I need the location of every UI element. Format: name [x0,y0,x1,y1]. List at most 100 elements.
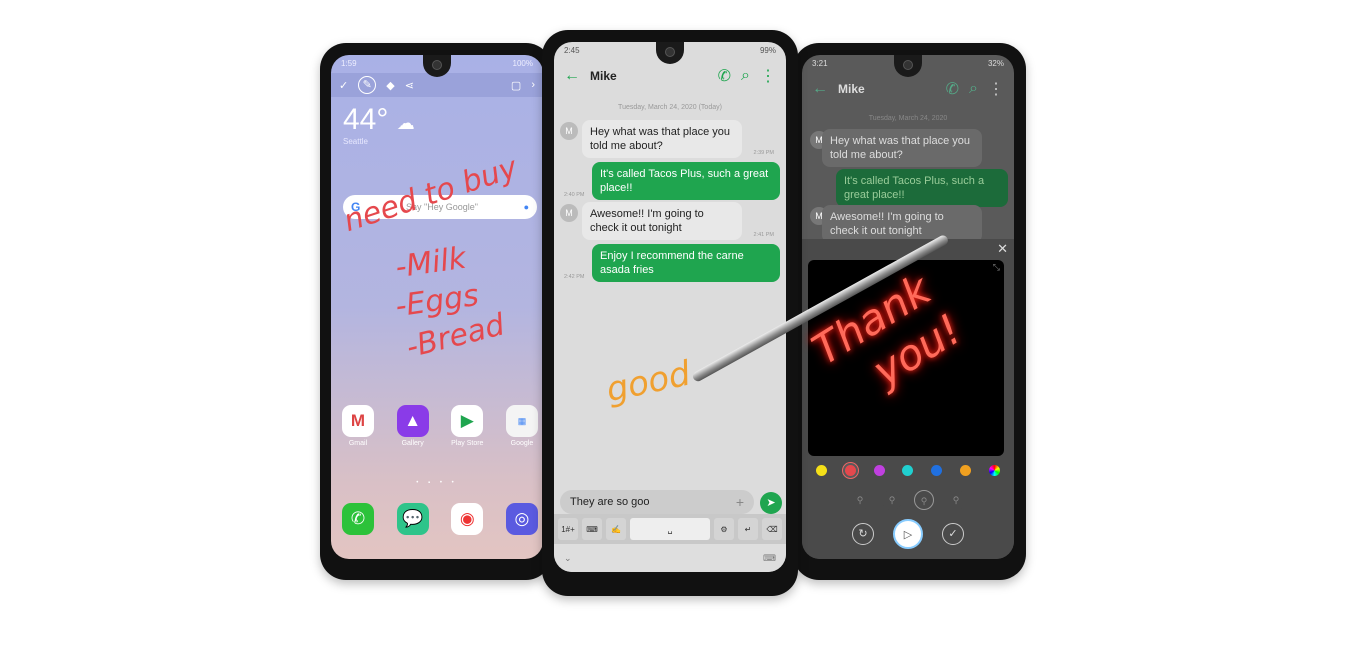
space-key[interactable]: ␣ [630,518,710,540]
message-time: 2:39 PM [753,150,774,156]
handwritten-note: need to buy -Milk -Eggs -Bread [340,150,543,365]
brush-3-icon[interactable]: ⚲ [914,490,934,510]
app-play-store[interactable]: ▶ Play Store [450,405,484,447]
avatar: M [560,204,578,222]
play-icon[interactable]: ▷ [893,519,923,549]
keyboard-switch-icon[interactable]: ⌨ [763,553,776,564]
search-icon[interactable]: ⌕ [741,67,750,85]
color-rainbow[interactable] [988,465,1000,476]
phone-home-screen: 1:59 100% ✓ ✎ ◆ ⋖ ▢ › 44° ☁ Seattle G Say… [320,43,552,580]
dock-messages[interactable]: 💬 [396,503,430,535]
home-screen: 1:59 100% ✓ ✎ ◆ ⋖ ▢ › 44° ☁ Seattle G Say… [331,55,543,559]
live-message-screen: 3:21 32% ← Mike ✆ ⌕ ⋮ Tuesday, March 24, … [802,55,1014,559]
temperature: 44° [343,103,389,136]
more-icon[interactable]: ⋮ [988,79,1004,99]
keyboard-icon[interactable]: ⌨ [582,518,602,540]
message-input[interactable]: They are so goo + [560,490,754,514]
message-out: Enjoy I recommend the carne asada fries [592,244,780,282]
keyboard-toolbar: 1#+ ⌨ ✍ ␣ ⚙ ↵ ⌫ [554,514,786,544]
brush-selector: ⚲ ⚲ ⚲ ⚲ [850,490,966,510]
app-gmail[interactable]: M Gmail [341,405,375,447]
call-icon[interactable]: ✆ [946,79,959,99]
page-indicator: • ▪ • • [416,480,458,486]
dock-phone[interactable]: ✆ [341,503,375,535]
chat-header: ← Mike ✆ ⌕ ⋮ [554,62,786,90]
phone-live-message: 3:21 32% ← Mike ✆ ⌕ ⋮ Tuesday, March 24, … [793,43,1026,580]
nav-bar: ⌄ ⌨ [554,544,786,572]
message-in: Hey what was that place you told me abou… [822,129,982,167]
gmail-icon: M [342,405,374,437]
color-purple[interactable] [873,465,885,476]
chat-date: Tuesday, March 24, 2020 [868,115,948,122]
close-icon[interactable]: ✕ [997,241,1008,257]
message-out: It's called Tacos Plus, such a great pla… [592,162,780,200]
send-button[interactable]: ➤ [760,492,782,514]
message-out: It's called Tacos Plus, such a great pla… [836,169,1008,207]
avatar: M [560,122,578,140]
back-arrow-icon[interactable]: ← [812,80,828,98]
handwriting-icon[interactable]: ✍ [606,518,626,540]
minimize-icon[interactable]: ⤡ [993,262,1000,273]
contact-name: Mike [838,82,865,96]
message-time: 2:41 PM [753,232,774,238]
search-icon[interactable]: ⌕ [969,80,978,98]
messages-screen: 2:45 99% ← Mike ✆ ⌕ ⋮ Tuesday, March 24, … [554,42,786,572]
handwritten-word: good [602,353,695,411]
google-folder-icon: ▦ [505,405,538,437]
app-gallery[interactable]: ▲ Gallery [396,405,430,447]
camera-notch [894,55,922,77]
color-cyan[interactable] [902,465,914,476]
color-palette [816,465,1000,476]
composer-text: They are so goo [570,496,650,508]
status-time: 2:45 [564,46,580,55]
eraser-icon[interactable]: ◆ [386,79,394,92]
weather-widget[interactable]: 44° ☁ Seattle [343,103,415,146]
drawing-canvas[interactable]: ⤡ Thank you! [804,260,1004,456]
phone-icon: ✆ [342,503,374,535]
dock-camera[interactable]: ◎ [505,503,539,535]
app-label: Gmail [348,440,368,447]
settings-icon[interactable]: ⚙ [714,518,734,540]
collapse-icon[interactable]: ⌄ [564,553,572,564]
camera-icon: ◎ [505,503,538,535]
add-icon[interactable]: + [736,494,744,510]
app-label: Play Store [451,440,484,447]
back-arrow-icon[interactable]: ← [564,67,580,85]
brush-1-icon[interactable]: ⚲ [850,490,870,510]
check-icon[interactable]: ✓ [339,79,348,92]
color-orange[interactable] [960,465,972,476]
backspace-icon[interactable]: ⌫ [762,518,782,540]
message-in: Awesome!! I'm going to check it out toni… [582,202,742,240]
cloud-icon: ☁ [396,113,415,133]
app-label: Gallery [401,440,424,447]
color-blue[interactable] [931,465,943,476]
glow-text: Thank you! [804,262,971,418]
pen-icon[interactable]: ✎ [358,76,377,94]
app-label: Google [510,440,534,447]
chat-date: Tuesday, March 24, 2020 (Today) [618,104,722,111]
close-icon[interactable]: › [531,79,535,91]
enter-icon[interactable]: ↵ [738,518,758,540]
play-store-icon: ▶ [451,405,484,437]
symbols-key[interactable]: 1#+ [558,518,578,540]
playback-controls: ↻ ▷ ✓ [852,519,964,549]
brush-2-icon[interactable]: ⚲ [882,490,902,510]
dock-chrome[interactable]: ◉ [450,503,484,535]
more-icon[interactable]: ⋮ [760,66,776,86]
dock: ✆ 💬 ◉ ◎ [341,503,539,535]
call-icon[interactable]: ✆ [718,66,731,86]
reset-icon[interactable]: ↻ [852,523,874,545]
brush-4-icon[interactable]: ⚲ [946,490,966,510]
note-line: need to buy [339,150,522,240]
share-icon[interactable]: ⋖ [405,79,414,92]
color-yellow[interactable] [816,465,827,476]
status-time: 1:59 [341,59,357,68]
battery-level: 99% [759,46,776,55]
message-in: Awesome!! I'm going to check it out toni… [822,205,982,243]
chrome-icon: ◉ [451,503,484,535]
app-row: M Gmail ▲ Gallery ▶ Play Store ▦ Google [341,405,539,447]
crop-icon[interactable]: ▢ [511,79,521,92]
confirm-icon[interactable]: ✓ [942,523,964,545]
app-google-folder[interactable]: ▦ Google [505,405,539,447]
color-red[interactable] [844,465,856,476]
